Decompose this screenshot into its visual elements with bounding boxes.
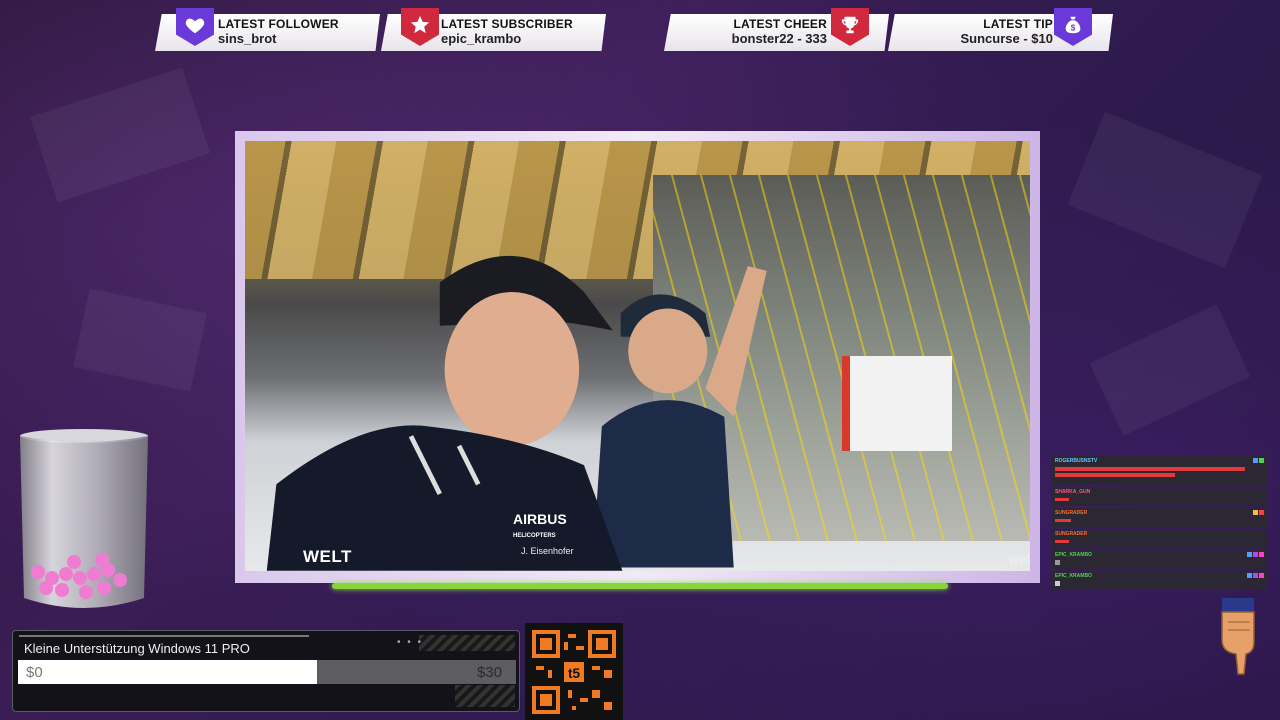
chat-username: SUNGRADER	[1055, 531, 1088, 537]
latest-cheer-label: LATEST CHEER	[733, 17, 827, 31]
goal-progress-bar: $0 $30	[18, 660, 516, 684]
latest-cheer-value: bonster22 - 333	[731, 31, 827, 46]
chat-message: SHARKA_GUN	[1051, 487, 1267, 506]
pointing-hand-icon	[1221, 598, 1255, 675]
chat-text-redacted	[1055, 540, 1069, 543]
chat-username: SUNGRADER	[1055, 510, 1088, 516]
webcam-frame: WELT wel AIRBUS HELICOPTERS J. Eisenhofe…	[235, 131, 1040, 583]
shirt-logo-text: AIRBUS	[513, 511, 567, 527]
chat-text-redacted	[1055, 473, 1175, 477]
video-feed[interactable]: WELT wel AIRBUS HELICOPTERS J. Eisenhofe…	[245, 141, 1030, 571]
chat-message: SUNGRADER	[1051, 508, 1267, 527]
goal-title: Kleine Unterstützung Windows 11 PRO	[24, 641, 250, 656]
chat-badges	[1252, 510, 1264, 517]
donation-goal-widget: • • • Kleine Unterstützung Windows 11 PR…	[12, 630, 520, 712]
red-panel	[841, 356, 952, 451]
chat-message: EPIC_KRAMBO	[1051, 550, 1267, 569]
background-decoration	[30, 67, 210, 203]
latest-subscriber-label: LATEST SUBSCRIBER	[441, 17, 573, 31]
chat-badges	[1246, 552, 1264, 559]
chat-username: EPIC_KRAMBO	[1055, 573, 1092, 579]
latest-follower-value: sins_brot	[218, 31, 277, 46]
tv-watermark-right: wel	[1009, 552, 1030, 567]
foreground-worker	[266, 256, 623, 571]
chat-text-redacted	[1055, 498, 1069, 501]
shirt-logo: AIRBUS HELICOPTERS	[513, 511, 567, 543]
background-decoration	[72, 288, 208, 392]
chat-username: ROGERBUSNSTV	[1055, 458, 1098, 464]
background-decoration	[1089, 304, 1251, 436]
chat-text-redacted	[1055, 519, 1071, 522]
name-tag: J. Eisenhofer	[521, 546, 574, 556]
chat-text-redacted	[1055, 467, 1245, 471]
chat-message: SUNGRADER	[1051, 529, 1267, 548]
goal-current-amount: $0	[26, 664, 43, 681]
video-progress-bar	[332, 583, 948, 589]
goal-hatch-decoration-bottom	[455, 685, 515, 707]
latest-subscriber-value: epic_krambo	[441, 31, 522, 46]
chat-message: EPIC_KRAMBO	[1051, 571, 1267, 590]
svg-text:$: $	[1071, 24, 1076, 33]
goal-top-line	[19, 635, 309, 637]
chat-badges	[1252, 458, 1264, 465]
chat-message: ROGERBUSNSTV	[1051, 456, 1267, 485]
qr-code-image: t5	[532, 630, 616, 714]
latest-tip-label: LATEST TIP	[983, 17, 1053, 31]
chat-username: SHARKA_GUN	[1055, 489, 1091, 495]
goal-target-amount: $30	[476, 664, 502, 681]
chat-username: EPIC_KRAMBO	[1055, 552, 1092, 558]
goal-hatch-decoration	[419, 635, 515, 651]
emote-icon	[1055, 560, 1060, 565]
chat-overlay: ROGERBUSNSTV SHARKA_GUN SUNGRADER SUNGRA…	[1051, 456, 1267, 592]
shirt-logo-sub: HELICOPTERS	[513, 533, 556, 539]
tip-jar-glass	[20, 429, 148, 608]
emote-icon	[1055, 581, 1060, 586]
tv-watermark: WELT	[303, 547, 352, 566]
qr-center-label: t5	[568, 666, 581, 681]
latest-follower-label: LATEST FOLLOWER	[218, 17, 339, 31]
qr-code[interactable]: t5	[525, 623, 623, 720]
goal-progress-fill	[18, 660, 317, 684]
goal-dots: • • •	[397, 637, 424, 648]
latest-tip-value: Suncurse - $10	[960, 31, 1054, 46]
chat-badges	[1246, 573, 1264, 580]
background-decoration	[1067, 111, 1263, 269]
